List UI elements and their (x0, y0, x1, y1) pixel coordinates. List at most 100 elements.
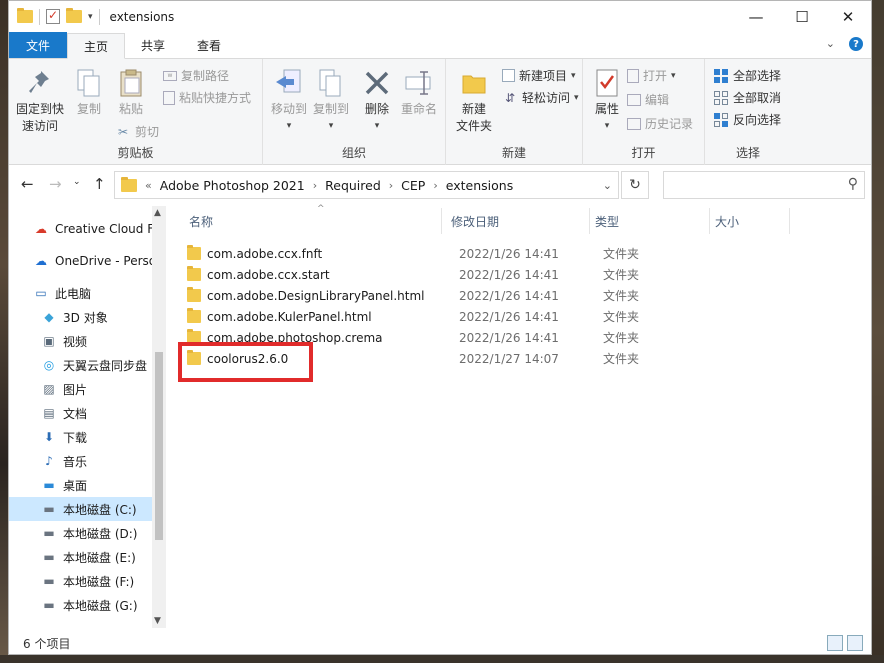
rename-button[interactable]: 重命名 (397, 67, 441, 118)
file-row[interactable]: com.adobe.DesignLibraryPanel.html 2022/1/… (187, 285, 657, 306)
invert-selection-button[interactable]: 反向选择 (713, 111, 781, 128)
nav-item-5[interactable]: ◎ 天翼云盘同步盘 (9, 353, 154, 377)
select-none-button[interactable]: 全部取消 (713, 89, 781, 106)
easy-access-icon: ⇵ (504, 90, 516, 105)
scrollbar-thumb[interactable] (155, 352, 163, 540)
navigation-pane-scrollbar[interactable]: ▲ ▼ (152, 206, 166, 628)
column-header-date[interactable]: 修改日期 (451, 206, 499, 236)
scissors-icon: ✂ (117, 124, 129, 139)
scroll-down-arrow-icon[interactable]: ▼ (154, 616, 161, 626)
nav-item-14[interactable]: ▬ 本地磁盘 (F:) (9, 569, 154, 593)
open-label: 打开 (643, 69, 668, 83)
folder-icon (17, 8, 33, 23)
search-box[interactable]: ⚲ (663, 171, 865, 199)
copy-to-button[interactable]: 复制到 ▾ (309, 67, 353, 135)
breadcrumb-required[interactable]: Required (325, 178, 381, 193)
nav-item-9[interactable]: ♪ 音乐 (9, 449, 154, 473)
nav-item-7[interactable]: ▤ 文档 (9, 401, 154, 425)
column-header-size[interactable]: 大小 (715, 206, 739, 236)
breadcrumb-cep[interactable]: CEP (401, 178, 425, 193)
chevron-right-icon[interactable]: › (433, 179, 437, 192)
easy-access-button[interactable]: ⇵ 轻松访问 ▾ (502, 89, 579, 106)
search-icon: ⚲ (847, 176, 858, 192)
scroll-up-arrow-icon[interactable]: ▲ (154, 208, 161, 218)
navigation-bar: ← → ⌄ ↑ « Adobe Photoshop 2021 › Require… (9, 165, 871, 205)
up-arrow-icon[interactable]: ↑ (93, 175, 106, 193)
cut-label: 剪切 (135, 125, 160, 139)
new-folder-quick-icon[interactable] (66, 8, 82, 23)
nav-item-2[interactable]: ▭ 此电脑 (9, 281, 154, 305)
column-divider[interactable] (589, 208, 590, 234)
breadcrumb-extensions[interactable]: extensions (446, 178, 513, 193)
nav-item-12[interactable]: ▬ 本地磁盘 (D:) (9, 521, 154, 545)
creative-cloud-icon: ☁ (35, 222, 47, 236)
tab-home[interactable]: 主页 (67, 33, 126, 59)
column-divider[interactable] (441, 208, 442, 234)
easy-access-label: 轻松访问 (522, 91, 571, 105)
properties-icon (591, 67, 623, 99)
nav-item-8[interactable]: ⬇ 下载 (9, 425, 154, 449)
column-header-type[interactable]: 类型 (595, 206, 619, 236)
expand-ribbon-chevron-icon[interactable]: ⌄ (826, 37, 835, 51)
pin-to-quick-access-button[interactable]: 固定到快 速访问 (15, 67, 65, 135)
new-item-button[interactable]: 新建项目 ▾ (502, 67, 576, 84)
nav-item-label: 本地磁盘 (F:) (63, 574, 135, 589)
copy-button[interactable]: 复制 (69, 67, 109, 118)
breadcrumb-overflow[interactable]: « (145, 179, 152, 192)
breadcrumb-adobe-photoshop[interactable]: Adobe Photoshop 2021 (160, 178, 305, 193)
large-icons-view-icon[interactable] (847, 635, 863, 651)
new-folder-button[interactable]: 新建 文件夹 (452, 67, 496, 135)
nav-item-label: 本地磁盘 (D:) (63, 526, 138, 541)
cut-button[interactable]: ✂ 剪切 (115, 123, 159, 140)
paste-shortcut-button[interactable]: 粘贴快捷方式 (163, 89, 251, 106)
select-all-button[interactable]: 全部选择 (713, 67, 781, 84)
address-bar[interactable]: « Adobe Photoshop 2021 › Required › CEP … (114, 171, 619, 199)
column-divider[interactable] (709, 208, 710, 234)
nav-item-4[interactable]: ▣ 视频 (9, 329, 154, 353)
nav-item-10[interactable]: ▬ 桌面 (9, 473, 154, 497)
open-button[interactable]: 打开 ▾ (627, 67, 676, 84)
tab-view[interactable]: 查看 (181, 32, 237, 58)
nav-item-6[interactable]: ▨ 图片 (9, 377, 154, 401)
paste-label: 粘贴 (118, 102, 143, 116)
properties-button[interactable]: 属性 ▾ (589, 67, 625, 135)
nav-item-3[interactable]: ◆ 3D 对象 (9, 305, 154, 329)
chevron-right-icon[interactable]: › (389, 179, 393, 192)
close-button[interactable]: ✕ (825, 1, 871, 32)
delete-button[interactable]: 删除 ▾ (359, 67, 395, 135)
file-name: com.adobe.KulerPanel.html (207, 309, 372, 324)
file-type: 文件夹 (603, 247, 640, 261)
file-row[interactable]: com.adobe.KulerPanel.html 2022/1/26 14:41… (187, 306, 657, 327)
nav-item-15[interactable]: ▬ 本地磁盘 (G:) (9, 593, 154, 617)
column-header-name[interactable]: 名称 (189, 206, 213, 236)
file-row[interactable]: com.adobe.ccx.fnft 2022/1/26 14:41 文件夹 (187, 243, 657, 264)
column-divider[interactable] (789, 208, 790, 234)
refresh-button[interactable]: ↻ (621, 171, 649, 199)
help-icon[interactable]: ? (849, 37, 863, 51)
file-row[interactable]: com.adobe.ccx.start 2022/1/26 14:41 文件夹 (187, 264, 657, 285)
tab-file[interactable]: 文件 (9, 32, 68, 58)
back-arrow-icon[interactable]: ← (21, 175, 34, 193)
details-view-icon[interactable] (827, 635, 843, 651)
new-folder-label-line2: 文件夹 (455, 119, 492, 133)
history-button[interactable]: 历史记录 (627, 115, 693, 132)
customize-toolbar-chevron-icon[interactable]: ▾ (88, 12, 93, 22)
edit-button[interactable]: 编辑 (627, 91, 669, 108)
address-history-chevron-icon[interactable]: ⌄ (603, 179, 612, 192)
chevron-right-icon[interactable]: › (313, 179, 317, 192)
nav-item-1[interactable]: ☁ OneDrive - Perso (9, 249, 154, 273)
properties-quick-icon[interactable] (46, 8, 60, 24)
move-to-button[interactable]: 移动到 ▾ (267, 67, 311, 135)
nav-item-0[interactable]: ☁ Creative Cloud Fi (9, 217, 154, 241)
copy-path-button[interactable]: w 复制路径 (163, 67, 229, 84)
nav-item-13[interactable]: ▬ 本地磁盘 (E:) (9, 545, 154, 569)
tab-share[interactable]: 共享 (125, 32, 181, 58)
new-item-label: 新建项目 (519, 69, 568, 83)
forward-arrow-icon[interactable]: → (49, 175, 62, 193)
recent-locations-chevron-icon[interactable]: ⌄ (73, 177, 81, 187)
maximize-button[interactable]: ☐ (779, 1, 825, 32)
annotation-highlight-box (178, 342, 313, 382)
minimize-button[interactable]: — (733, 1, 779, 32)
paste-button[interactable]: 粘贴 (111, 67, 151, 118)
nav-item-11[interactable]: ▬ 本地磁盘 (C:) (9, 497, 154, 521)
